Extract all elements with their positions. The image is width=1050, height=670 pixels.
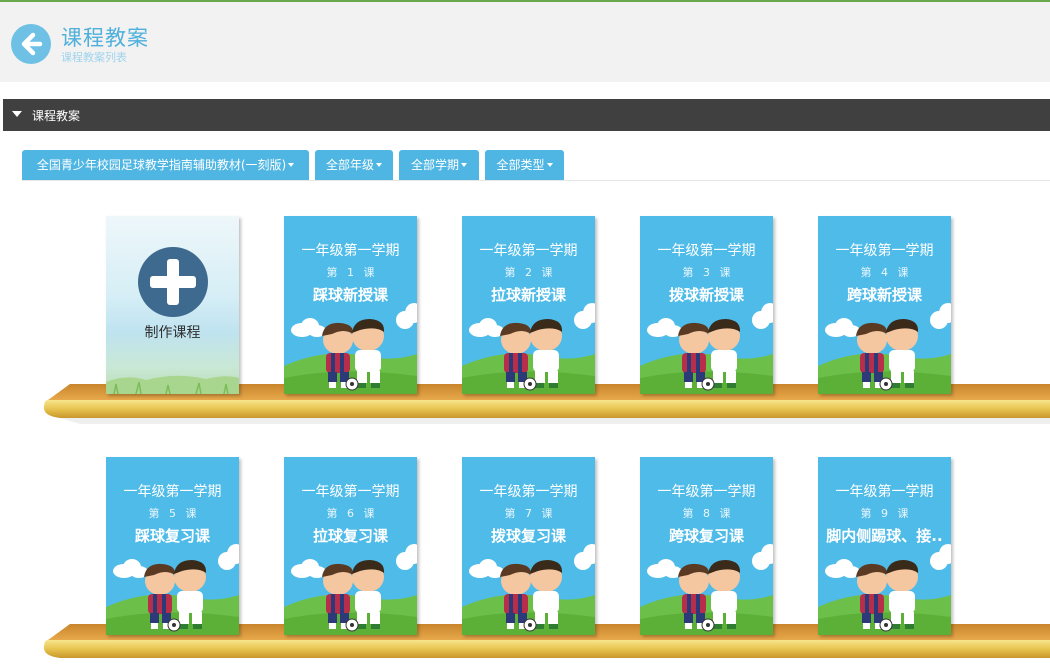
caret-down-icon	[288, 163, 295, 167]
lesson-number: 第 4 课	[860, 266, 909, 279]
lesson-card[interactable]: 一年级第一学期 第 8 课 跨球复习课	[640, 457, 773, 635]
lesson-term: 一年级第一学期	[301, 243, 400, 259]
lesson-term: 一年级第一学期	[835, 484, 934, 500]
lesson-card[interactable]: 一年级第一学期 第 6 课 拉球复习课	[284, 457, 417, 635]
caret-down-icon	[461, 163, 467, 167]
lesson-number: 第 5 课	[148, 507, 197, 520]
soccer-ball-icon	[701, 618, 715, 632]
lesson-number: 第 7 课	[504, 507, 553, 520]
lesson-card[interactable]: 一年级第一学期 第 5 课 踩球复习课	[106, 457, 239, 635]
page-header: 课程教案 课程教案列表	[0, 2, 1050, 82]
textbook-filter[interactable]: 全国青少年校园足球教学指南辅助教材(一刻版)	[22, 150, 309, 180]
lesson-card[interactable]: 一年级第一学期 第 4 课 跨球新授课	[818, 216, 951, 394]
lesson-title: 拉球新授课	[490, 286, 566, 304]
lesson-title: 拉球复习课	[312, 527, 388, 545]
lesson-card[interactable]: 一年级第一学期 第 2 课 拉球新授课	[462, 216, 595, 394]
soccer-ball-icon	[345, 618, 359, 632]
back-button[interactable]	[11, 24, 51, 64]
lesson-number: 第 1 课	[326, 266, 375, 279]
section-bar[interactable]: 课程教案	[3, 99, 1050, 131]
arrow-left-icon	[21, 32, 43, 56]
lesson-number: 第 8 课	[682, 507, 731, 520]
grass-decoration	[106, 375, 239, 394]
lesson-term: 一年级第一学期	[301, 484, 400, 500]
lesson-title: 踩球复习课	[134, 527, 210, 545]
semester-filter[interactable]: 全部学期	[399, 150, 479, 180]
lesson-title: 跨球复习课	[668, 527, 744, 545]
grade-filter-label: 全部年级	[325, 158, 374, 172]
lesson-title: 拨球新授课	[668, 286, 744, 304]
soccer-ball-icon	[879, 377, 893, 391]
type-filter-label: 全部类型	[496, 158, 545, 172]
lesson-title: 跨球新授课	[846, 286, 922, 304]
soccer-ball-icon	[523, 377, 537, 391]
create-course-card[interactable]: 制作课程	[106, 216, 239, 394]
soccer-ball-icon	[167, 618, 181, 632]
lesson-card[interactable]: 一年级第一学期 第 7 课 拨球复习课	[462, 457, 595, 635]
caret-down-icon	[546, 163, 553, 167]
soccer-ball-icon	[345, 377, 359, 391]
textbook-filter-label: 全国青少年校园足球教学指南辅助教材(一刻版)	[36, 158, 287, 172]
lesson-term: 一年级第一学期	[479, 484, 578, 500]
grade-filter[interactable]: 全部年级	[315, 150, 393, 180]
lesson-title: 踩球新授课	[312, 286, 388, 304]
caret-down-icon	[12, 111, 22, 117]
lesson-term: 一年级第一学期	[657, 243, 756, 259]
caret-down-icon	[376, 163, 382, 167]
soccer-ball-icon	[523, 618, 537, 632]
type-filter[interactable]: 全部类型	[485, 150, 564, 180]
lesson-card[interactable]: 一年级第一学期 第 1 课 踩球新授课	[284, 216, 417, 394]
lesson-term: 一年级第一学期	[479, 243, 578, 259]
lesson-number: 第 9 课	[860, 507, 909, 520]
soccer-ball-icon	[879, 618, 893, 632]
lesson-title: 拨球复习课	[490, 527, 566, 545]
lesson-number: 第 2 课	[504, 266, 553, 279]
lesson-card[interactable]: 一年级第一学期 第 3 课 拨球新授课	[640, 216, 773, 394]
lesson-number: 第 3 课	[682, 266, 731, 279]
soccer-ball-icon	[701, 377, 715, 391]
lesson-term: 一年级第一学期	[657, 484, 756, 500]
lesson-term: 一年级第一学期	[835, 243, 934, 259]
lesson-number: 第 6 课	[326, 507, 375, 520]
create-course-label: 制作课程	[144, 325, 201, 341]
lesson-term: 一年级第一学期	[123, 484, 222, 500]
semester-filter-label: 全部学期	[410, 158, 459, 172]
lesson-card[interactable]: 一年级第一学期 第 9 课 脚内侧踢球、接..	[818, 457, 951, 635]
filter-divider	[22, 180, 1050, 181]
page-title: 课程教案	[61, 26, 149, 50]
page-subtitle: 课程教案列表	[61, 51, 127, 64]
section-title: 课程教案	[32, 109, 81, 123]
lesson-title: 脚内侧踢球、接..	[826, 527, 943, 545]
plus-icon	[138, 247, 208, 317]
